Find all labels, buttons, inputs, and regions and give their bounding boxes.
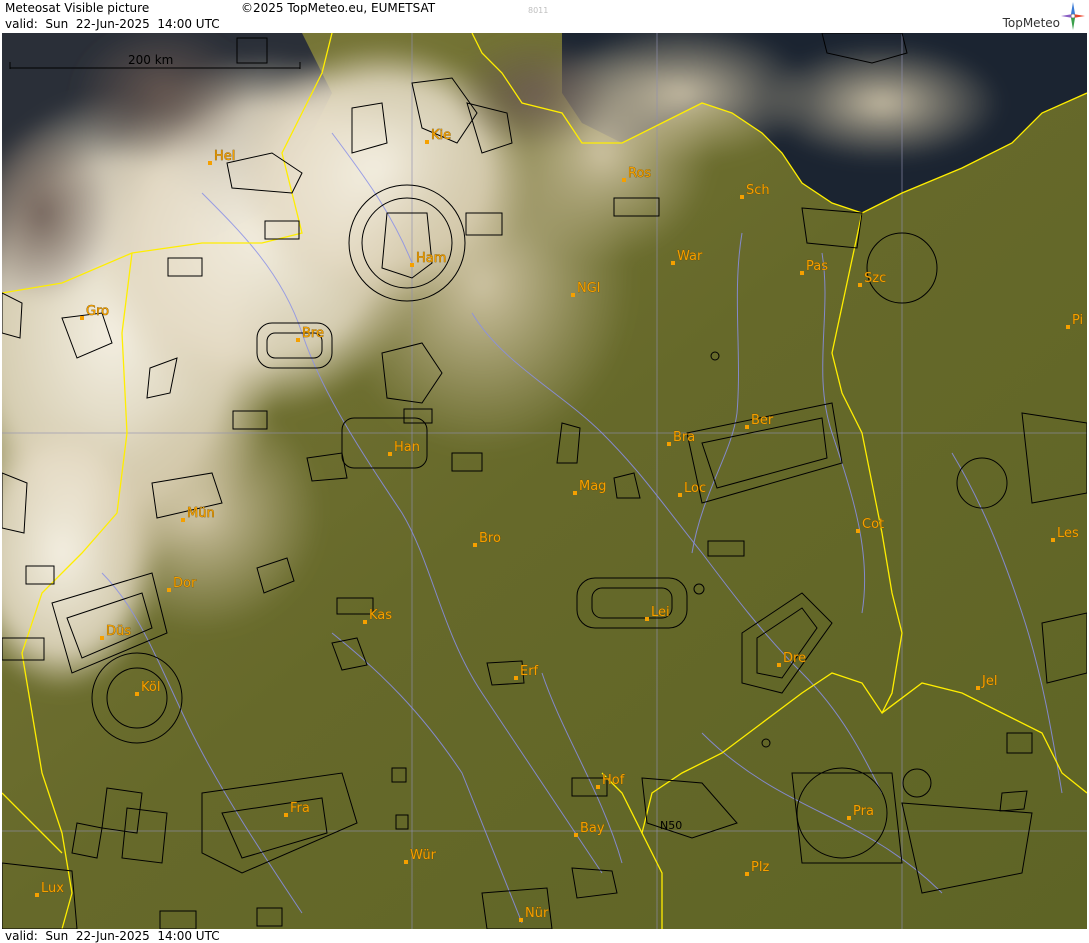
city-marker-icon (425, 140, 429, 144)
city-label: Mün (187, 506, 215, 521)
city-marker-icon (573, 491, 577, 495)
copyright-text: ©2025 TopMeteo.eu, EUMETSAT (241, 1, 436, 15)
city-label: Erf (520, 664, 539, 679)
city-label: Köl (141, 680, 160, 695)
city-marker-icon (100, 636, 104, 640)
city-label: Dre (783, 651, 806, 666)
city-marker-icon (514, 676, 518, 680)
city-label: Mag (579, 479, 606, 494)
city-marker-icon (404, 860, 408, 864)
city-label: Cot (862, 517, 884, 532)
city-label: Nür (525, 906, 549, 921)
city-label: Bro (479, 531, 501, 546)
city-marker-icon (135, 692, 139, 696)
footer-bar: valid: Sun 22-Jun-2025 14:00 UTC (0, 929, 1089, 943)
city-marker-icon (745, 872, 749, 876)
city-marker-icon (410, 263, 414, 267)
city-label: Düs (106, 624, 131, 639)
city-label: War (677, 249, 703, 264)
city-label: NGl (577, 281, 600, 296)
city-label: Bra (673, 430, 695, 445)
city-label: Kie (431, 128, 451, 143)
city-marker-icon (1051, 538, 1055, 542)
satellite-map[interactable]: N50 200 km Hel Kie Ros Sch Ham War Pas S… (2, 33, 1087, 929)
city-label: Ros (628, 166, 651, 181)
city-marker-icon (678, 493, 682, 497)
city-marker-icon (856, 529, 860, 533)
header-bar: Meteosat Visible picture valid: Sun 22-J… (0, 0, 1089, 34)
city-label: Gro (86, 304, 109, 319)
city-marker-icon (167, 588, 171, 592)
city-marker-icon (671, 261, 675, 265)
city-label: Plz (751, 860, 769, 875)
city-label: Loc (684, 481, 706, 496)
city-marker-icon (645, 617, 649, 621)
city-marker-icon (858, 283, 862, 287)
compass-logo-icon (1061, 2, 1085, 30)
city-marker-icon (745, 425, 749, 429)
brand-name: TopMeteo (1002, 16, 1060, 30)
city-marker-icon (208, 161, 212, 165)
city-label: Hof (602, 773, 625, 788)
city-label: Pi (1072, 313, 1083, 328)
city-label: Kas (369, 608, 392, 623)
city-marker-icon (667, 442, 671, 446)
valid-time-bottom: valid: Sun 22-Jun-2025 14:00 UTC (5, 929, 220, 943)
city-label: Lux (41, 881, 64, 896)
city-marker-icon (596, 785, 600, 789)
city-marker-icon (519, 918, 523, 922)
city-marker-icon (388, 452, 392, 456)
city-marker-icon (80, 316, 84, 320)
scale-bar-label: 200 km (128, 53, 173, 67)
city-label: Ham (416, 251, 446, 266)
city-label: Jel (981, 674, 997, 689)
valid-time-top: valid: Sun 22-Jun-2025 14:00 UTC (5, 17, 220, 31)
city-marker-icon (777, 663, 781, 667)
city-label: Bay (580, 821, 605, 836)
city-label: Szc (864, 271, 886, 286)
city-marker-icon (1066, 325, 1070, 329)
city-marker-icon (363, 620, 367, 624)
city-marker-icon (473, 543, 477, 547)
grid-label-n50: N50 (660, 819, 682, 832)
city-label: Wür (410, 848, 437, 863)
city-label: Pas (806, 259, 828, 274)
city-label: Les (1057, 526, 1079, 541)
city-label: Bre (302, 326, 324, 341)
city-label: Dor (173, 576, 197, 591)
city-label: Pra (853, 804, 874, 819)
city-marker-icon (800, 271, 804, 275)
image-code: 8011 (528, 6, 549, 15)
city-marker-icon (571, 293, 575, 297)
city-label: Fra (290, 801, 310, 816)
city-label: Hel (214, 149, 235, 164)
city-marker-icon (740, 195, 744, 199)
map-title: Meteosat Visible picture (5, 1, 150, 15)
city-marker-icon (847, 816, 851, 820)
city-marker-icon (976, 686, 980, 690)
city-marker-icon (284, 813, 288, 817)
city-marker-icon (296, 338, 300, 342)
city-label: Ber (751, 413, 774, 428)
city-marker-icon (181, 518, 185, 522)
city-marker-icon (622, 178, 626, 182)
city-marker-icon (35, 893, 39, 897)
city-label: Sch (746, 183, 770, 198)
city-marker-icon (574, 833, 578, 837)
city-label: Lei (651, 605, 670, 620)
city-label: Han (394, 440, 420, 455)
